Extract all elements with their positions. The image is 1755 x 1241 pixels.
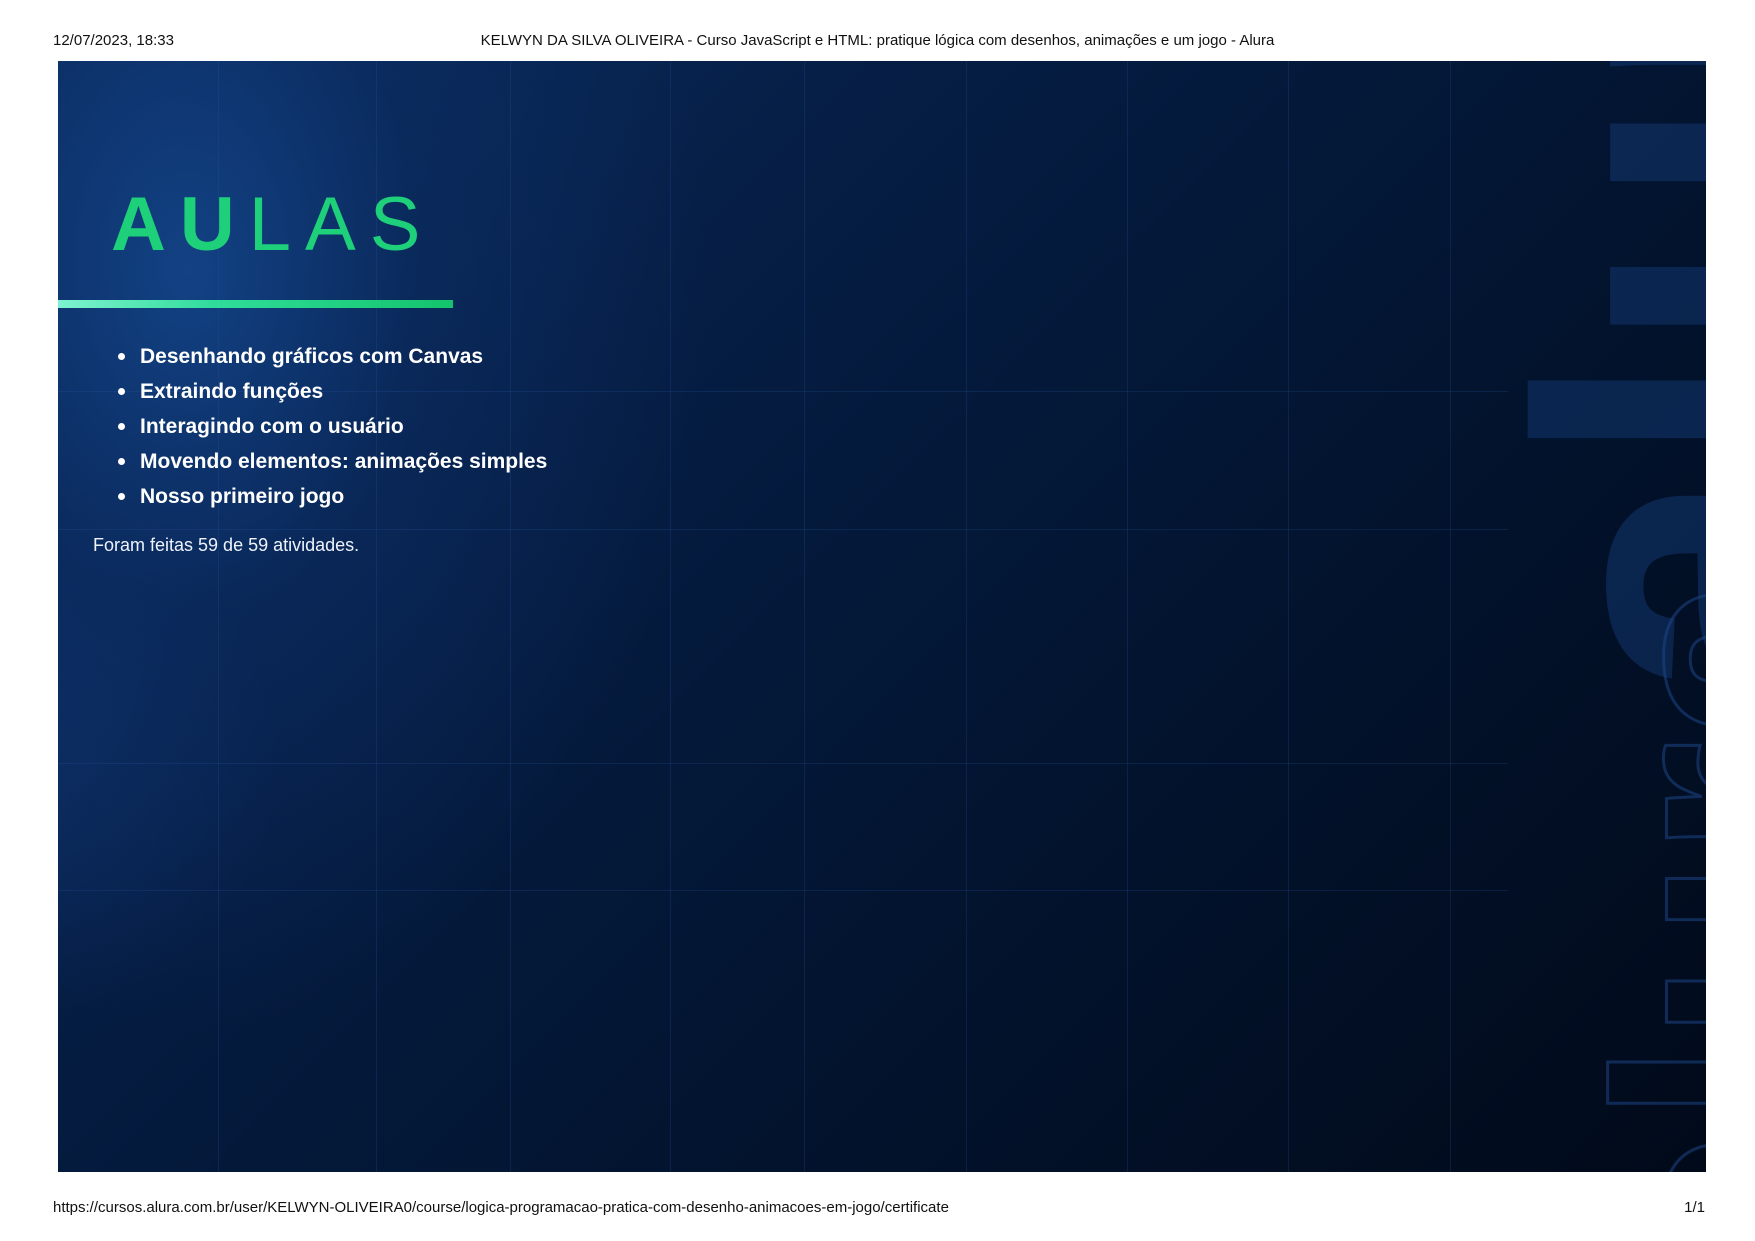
- heading-underline: [58, 300, 453, 308]
- lesson-title: Extraindo funções: [140, 380, 324, 403]
- grid-line: [966, 61, 967, 1172]
- grid-line: [804, 61, 805, 1172]
- background-swoosh: [58, 501, 278, 1021]
- lesson-title: Interagindo com o usuário: [140, 415, 404, 438]
- print-footer-url: https://cursos.alura.com.br/user/KELWYN-…: [53, 1199, 949, 1216]
- print-page: 12/07/2023, 18:33 KELWYN DA SILVA OLIVEI…: [0, 0, 1755, 1241]
- bullet-icon: [118, 458, 125, 465]
- watermark-alura-bottom: alura: [1552, 572, 1707, 1172]
- lessons-heading: AULAS: [111, 181, 434, 268]
- bullet-icon: [118, 423, 125, 430]
- lesson-list: Desenhando gráficos com Canvas Extraindo…: [116, 339, 547, 514]
- alura-watermark: alura alura: [1346, 61, 1706, 1172]
- lesson-title: Nosso primeiro jogo: [140, 485, 345, 508]
- grid-line: [1288, 61, 1289, 1172]
- print-footer-page-number: 1/1: [1684, 1199, 1705, 1216]
- bullet-icon: [118, 353, 125, 360]
- lesson-item: Extraindo funções: [116, 374, 547, 409]
- lesson-title: Movendo elementos: animações simples: [140, 450, 548, 473]
- lesson-item: Desenhando gráficos com Canvas: [116, 339, 547, 374]
- lesson-title: Desenhando gráficos com Canvas: [140, 345, 484, 368]
- grid-line: [58, 890, 1508, 891]
- activities-summary: Foram feitas 59 de 59 atividades.: [93, 535, 360, 555]
- lesson-item: Nosso primeiro jogo: [116, 479, 547, 514]
- bullet-icon: [118, 388, 125, 395]
- lesson-item: Movendo elementos: animações simples: [116, 444, 547, 479]
- grid-line: [1127, 61, 1128, 1172]
- lesson-item: Interagindo com o usuário: [116, 409, 547, 444]
- bullet-icon: [118, 493, 125, 500]
- print-header-title: KELWYN DA SILVA OLIVEIRA - Curso JavaScr…: [480, 32, 1275, 49]
- grid-line: [510, 61, 511, 1172]
- lessons-heading-light: LAS: [248, 182, 435, 267]
- grid-line: [670, 61, 671, 1172]
- grid-line: [58, 763, 1508, 764]
- certificate-panel: alura alura AULAS Desenhando gráficos co…: [58, 61, 1706, 1172]
- lessons-heading-bold: AU: [111, 182, 249, 267]
- grid-line: [58, 529, 1508, 530]
